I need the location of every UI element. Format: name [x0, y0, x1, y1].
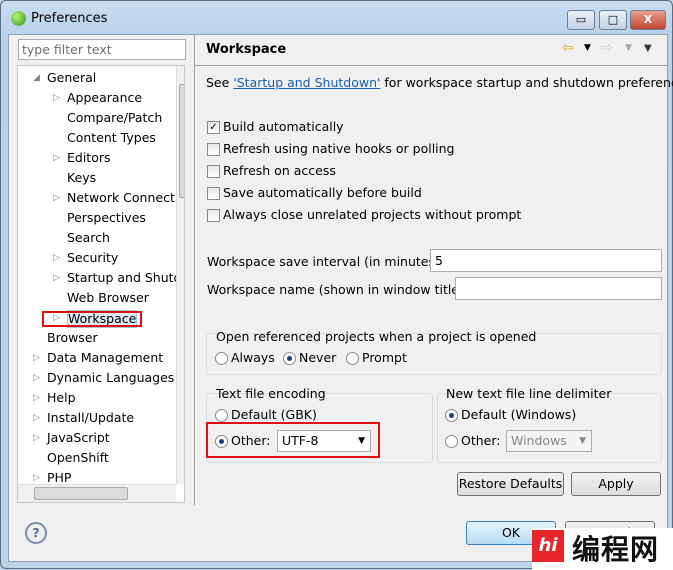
tree-item[interactable]: JavaScript — [47, 428, 110, 448]
checkbox-label[interactable]: Build automatically — [223, 119, 344, 134]
encoding-default-radio[interactable] — [215, 409, 228, 422]
preference-page: Workspace ⇦ ▼ ⇨ ▼ ▼ See 'Startup and Shu… — [194, 35, 673, 505]
checkbox-label[interactable]: Save automatically before build — [223, 185, 422, 200]
app-icon — [11, 11, 26, 26]
never-radio[interactable] — [283, 352, 296, 365]
encoding-label: Text file encoding — [216, 386, 326, 401]
collapsed-icon[interactable]: ▷ — [33, 373, 40, 383]
watermark-text: 编程网 — [572, 533, 660, 566]
intro-text: See 'Startup and Shutdown' for workspace… — [206, 75, 673, 90]
tree-item[interactable]: Compare/Patch — [67, 108, 162, 128]
tree-item[interactable]: Editors — [67, 148, 111, 168]
collapsed-icon[interactable]: ▷ — [33, 393, 40, 403]
tree-item[interactable]: Help — [47, 388, 76, 408]
delimiter-group — [437, 393, 662, 463]
tree-item[interactable]: Appearance — [67, 88, 142, 108]
tree-item[interactable]: Keys — [67, 168, 96, 188]
encoding-highlight — [206, 422, 380, 458]
prompt-label[interactable]: Prompt — [362, 350, 407, 365]
checkbox-label[interactable]: Always close unrelated projects without … — [223, 207, 521, 222]
tree-item[interactable]: Startup and Shutdown — [67, 268, 184, 288]
collapsed-icon[interactable]: ▷ — [53, 273, 60, 283]
page-title: Workspace — [206, 42, 287, 57]
checkbox-label[interactable]: Refresh on access — [223, 163, 336, 178]
h-scroll-thumb[interactable] — [34, 487, 128, 500]
help-button[interactable]: ? — [25, 522, 47, 544]
forward-menu-icon[interactable]: ▼ — [625, 43, 632, 53]
collapsed-icon[interactable]: ▷ — [33, 413, 40, 423]
page-header: Workspace ⇦ ▼ ⇨ ▼ ▼ — [195, 35, 667, 66]
collapsed-icon[interactable]: ▷ — [33, 473, 40, 483]
tree-horizontal-scrollbar[interactable] — [18, 484, 176, 502]
tree-item[interactable]: Data Management — [47, 348, 163, 368]
delimiter-other-label[interactable]: Other: — [461, 433, 500, 448]
filter-input[interactable]: type filter text — [18, 39, 186, 60]
collapsed-icon[interactable]: ▷ — [33, 353, 40, 363]
back-arrow-icon[interactable]: ⇦ — [562, 40, 574, 56]
encoding-default-label[interactable]: Default (GBK) — [231, 407, 317, 422]
minimize-button[interactable]: ▭ — [567, 10, 595, 30]
checkbox[interactable] — [207, 165, 220, 178]
tree-item[interactable]: Perspectives — [67, 208, 146, 228]
workspace-highlight — [42, 311, 142, 327]
startup-shutdown-link[interactable]: 'Startup and Shutdown' — [233, 75, 380, 90]
tree-item[interactable]: Search — [67, 228, 110, 248]
tree-item[interactable]: General — [47, 68, 96, 88]
checkbox[interactable] — [207, 209, 220, 222]
tree-item[interactable]: Network Connections — [67, 188, 184, 208]
close-button[interactable]: X — [630, 10, 666, 30]
collapsed-icon[interactable]: ▷ — [53, 253, 60, 263]
always-radio[interactable] — [215, 352, 228, 365]
watermark-logo: hi 编程网 — [532, 528, 673, 570]
tree-vertical-scrollbar[interactable] — [176, 66, 184, 484]
delimiter-default-radio[interactable] — [445, 409, 458, 422]
scroll-thumb[interactable] — [179, 84, 184, 198]
dropdown-arrow-icon: ▼ — [579, 436, 586, 446]
save-interval-input[interactable]: 5 — [430, 249, 662, 272]
window-title: Preferences — [31, 11, 108, 26]
apply-button[interactable]: Apply — [571, 472, 661, 496]
collapsed-icon[interactable]: ▷ — [53, 93, 60, 103]
checkbox[interactable] — [207, 143, 220, 156]
collapsed-icon[interactable]: ▷ — [53, 193, 60, 203]
client-area: type filter text General ◢ Appearance ▷ Comp… — [8, 34, 673, 562]
expanded-icon[interactable]: ◢ — [33, 73, 40, 83]
save-interval-label: Workspace save interval (in minutes): — [207, 254, 445, 269]
delimiter-label: New text file line delimiter — [446, 386, 612, 401]
tree-item[interactable]: OpenShift — [47, 448, 109, 468]
checkbox[interactable]: ✓ — [207, 121, 220, 134]
tree-item[interactable]: Dynamic Languages — [47, 368, 174, 388]
workspace-name-label: Workspace name (shown in window title): — [207, 282, 469, 297]
tree-item[interactable]: Browser — [47, 328, 98, 348]
never-label[interactable]: Never — [299, 350, 336, 365]
preference-tree: General ◢ Appearance ▷ Compare/Patch Content … — [17, 65, 185, 503]
always-label[interactable]: Always — [231, 350, 275, 365]
restore-defaults-button[interactable]: Restore Defaults — [457, 472, 564, 496]
view-menu-icon[interactable]: ▼ — [644, 43, 652, 54]
tree-item[interactable]: Web Browser — [67, 288, 149, 308]
tree-item[interactable]: Content Types — [67, 128, 156, 148]
checkbox-label[interactable]: Refresh using native hooks or polling — [223, 141, 455, 156]
back-menu-icon[interactable]: ▼ — [584, 43, 591, 53]
workspace-name-input[interactable] — [455, 277, 662, 300]
collapsed-icon[interactable]: ▷ — [33, 433, 40, 443]
collapsed-icon[interactable]: ▷ — [53, 153, 60, 163]
delimiter-default-label[interactable]: Default (Windows) — [461, 407, 576, 422]
forward-arrow-icon[interactable]: ⇨ — [601, 40, 613, 56]
maximize-button[interactable]: □ — [599, 10, 627, 30]
preferences-window: Preferences ▭ □ X type filter text Gener… — [0, 0, 673, 570]
open-referenced-label: Open referenced projects when a project … — [216, 329, 537, 344]
delimiter-select[interactable]: Windows ▼ — [506, 430, 592, 452]
delimiter-other-radio[interactable] — [445, 435, 458, 448]
tree-item[interactable]: Security — [67, 248, 118, 268]
tree-item[interactable]: Install/Update — [47, 408, 134, 428]
checkbox[interactable] — [207, 187, 220, 200]
prompt-radio[interactable] — [346, 352, 359, 365]
